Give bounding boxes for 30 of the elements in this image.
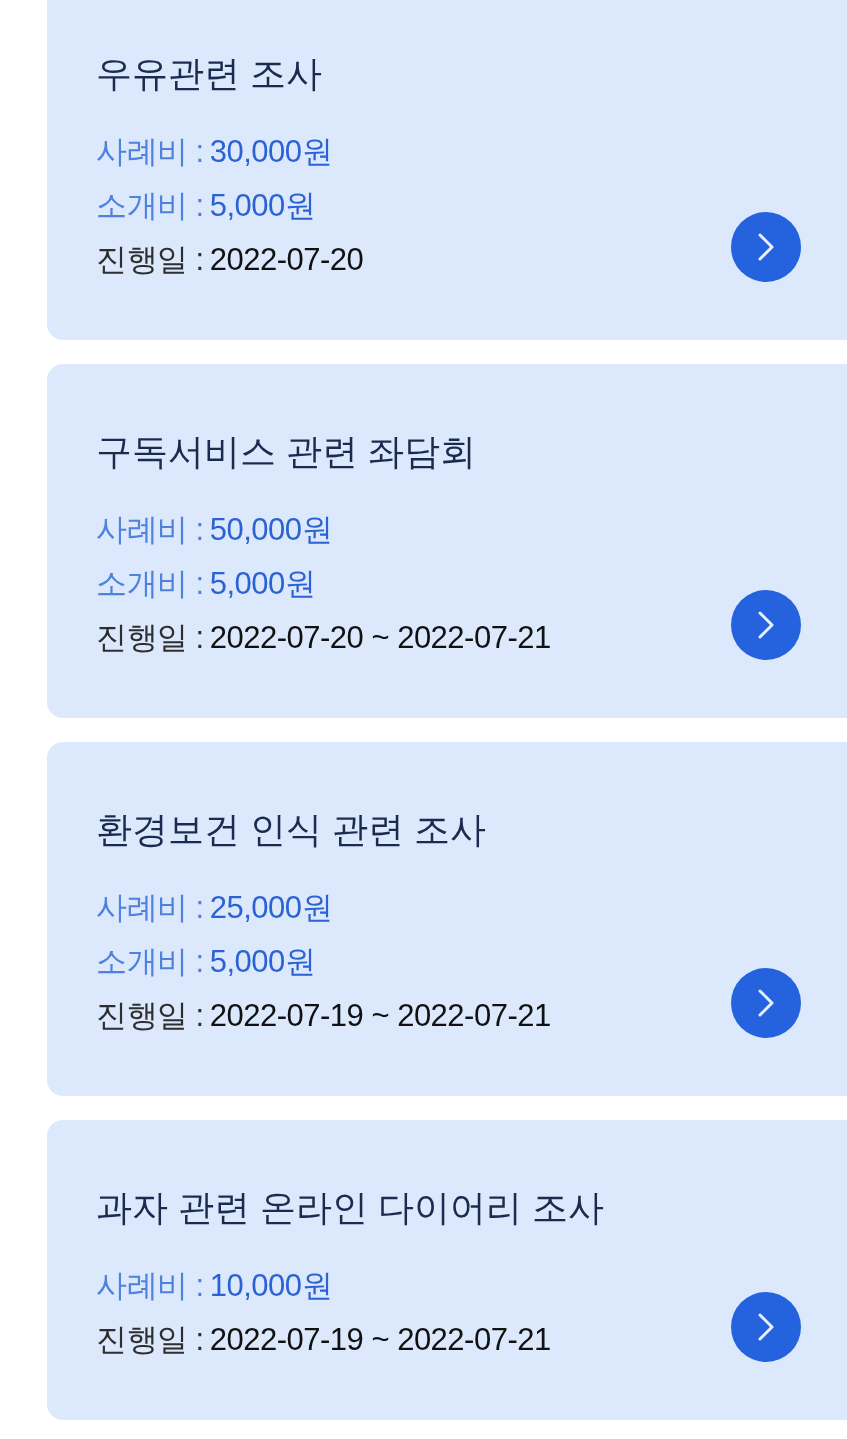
fee-amount: 30,000원 [209, 132, 333, 171]
chevron-right-icon [758, 233, 774, 261]
survey-title: 우유관련 조사 [96, 52, 323, 96]
date-value: 2022-07-20 [209, 240, 364, 279]
fee-amount: 50,000원 [209, 510, 333, 549]
fee-label: 소개비 : [96, 942, 204, 981]
fee-amount: 10,000원 [209, 1266, 333, 1305]
fee-amount: 5,000원 [209, 942, 316, 981]
fee-amount: 5,000원 [209, 564, 316, 603]
survey-title: 과자 관련 온라인 다이어리 조사 [96, 1186, 604, 1230]
fee-amount: 25,000원 [209, 888, 333, 927]
fee-label: 사례비 : [96, 888, 204, 927]
fee-label: 소개비 : [96, 186, 204, 225]
fee-label: 사례비 : [96, 132, 204, 171]
date-label: 진행일 : [96, 618, 204, 657]
date-label: 진행일 : [96, 240, 204, 279]
fee-label: 소개비 : [96, 564, 204, 603]
date-value: 2022-07-19 ~ 2022-07-21 [209, 996, 551, 1035]
survey-title: 환경보건 인식 관련 조사 [96, 808, 487, 852]
fee-amount: 5,000원 [209, 186, 316, 225]
date-label: 진행일 : [96, 996, 204, 1035]
date-value: 2022-07-19 ~ 2022-07-21 [209, 1320, 551, 1359]
fee-label: 사례비 : [96, 510, 204, 549]
chevron-right-icon [758, 1313, 774, 1341]
date-label: 진행일 : [96, 1320, 204, 1359]
chevron-right-icon [758, 989, 774, 1017]
chevron-right-icon [758, 611, 774, 639]
fee-label: 사례비 : [96, 1266, 204, 1305]
date-value: 2022-07-20 ~ 2022-07-21 [209, 618, 551, 657]
survey-title: 구독서비스 관련 좌담회 [96, 430, 477, 474]
